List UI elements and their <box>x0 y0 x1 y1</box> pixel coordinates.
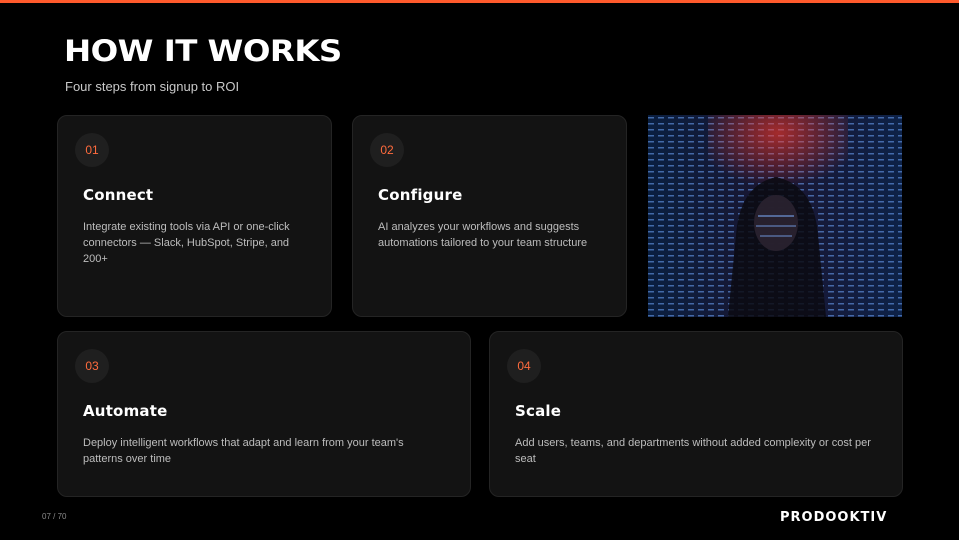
step-card-scale: 04 Scale Add users, teams, and departmen… <box>489 331 903 497</box>
step-title: Scale <box>515 402 562 420</box>
step-description: AI analyzes your workflows and suggests … <box>378 221 588 249</box>
brand-logo: PRODOOKTIV <box>780 510 888 525</box>
page-indicator: 07 / 70 <box>42 512 67 521</box>
step-title: Configure <box>378 186 463 204</box>
step-number-badge: 03 <box>75 349 109 383</box>
step-number-badge: 02 <box>370 133 404 167</box>
step-card-configure: 02 Configure AI analyzes your workflows … <box>352 115 627 317</box>
step-description: Integrate existing tools via API or one-… <box>83 221 290 265</box>
hooded-figure-code-photo <box>648 115 902 317</box>
step-description: Add users, teams, and departments withou… <box>515 437 871 465</box>
step-title: Automate <box>83 402 168 420</box>
step-title: Connect <box>83 186 154 204</box>
step-card-connect: 01 Connect Integrate existing tools via … <box>57 115 332 317</box>
step-number-badge: 04 <box>507 349 541 383</box>
step-description: Deploy intelligent workflows that adapt … <box>83 437 404 465</box>
page-subtitle: Four steps from signup to ROI <box>65 79 240 94</box>
step-number-badge: 01 <box>75 133 109 167</box>
page-title: HOW IT WORKS <box>64 34 342 68</box>
step-card-automate: 03 Automate Deploy intelligent workflows… <box>57 331 471 497</box>
top-accent-bar <box>0 0 959 3</box>
